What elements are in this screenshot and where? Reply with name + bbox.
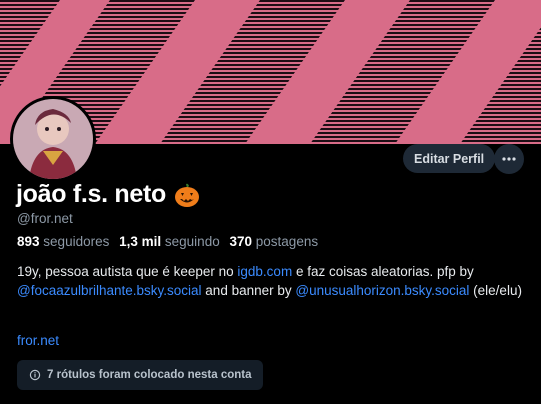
avatar-illustration — [13, 99, 93, 179]
display-name-row: joão f.s. neto — [16, 180, 200, 209]
pfp-credit-link[interactable]: @focaazulbrilhante.bsky.social — [17, 283, 202, 298]
display-name: joão f.s. neto — [16, 180, 166, 208]
following-stat[interactable]: 1,3 mil seguindo — [119, 234, 220, 249]
labels-notice-text: 7 rótulos foram colocado nesta conta — [47, 369, 252, 381]
banner-credit-link[interactable]: @unusualhorizon.bsky.social — [295, 283, 469, 298]
profile-bio: 19y, pessoa autista que é keeper no igdb… — [17, 264, 522, 298]
igdb-link[interactable]: igdb.com — [237, 264, 292, 279]
avatar[interactable] — [10, 96, 96, 182]
ellipsis-icon — [502, 157, 516, 161]
more-options-button[interactable] — [494, 144, 524, 174]
posts-stat: 370 postagens — [229, 234, 319, 249]
jack-o-lantern-icon — [174, 183, 199, 207]
profile-stats: 893 seguidores 1,3 mil seguindo 370 post… — [17, 234, 318, 249]
labels-notice-button[interactable]: 7 rótulos foram colocado nesta conta — [17, 360, 264, 390]
handle: @fror.net — [17, 211, 73, 226]
followers-stat[interactable]: 893 seguidores — [17, 234, 109, 249]
website-link[interactable]: fror.net — [17, 333, 59, 348]
info-icon — [29, 369, 41, 381]
edit-profile-button[interactable]: Editar Perfil — [403, 144, 496, 173]
